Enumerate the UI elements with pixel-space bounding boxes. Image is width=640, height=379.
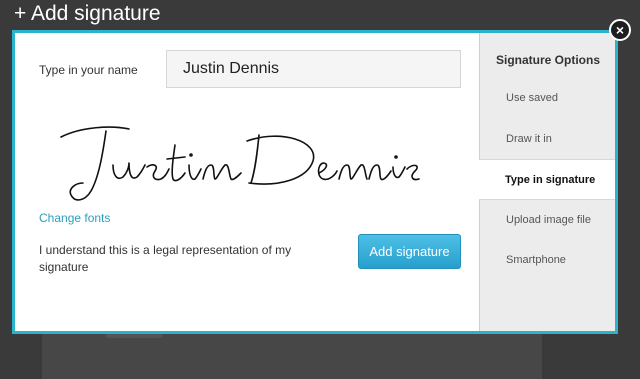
close-icon[interactable]: × <box>609 19 631 41</box>
name-label: Type in your name <box>39 63 138 77</box>
change-fonts-link[interactable]: Change fonts <box>39 211 110 225</box>
signature-main-pane: Type in your name Justin Dennis Change f… <box>15 33 479 331</box>
signature-options-panel: Signature Options Use saved Draw it in T… <box>479 33 615 331</box>
signature-options-title: Signature Options <box>496 53 601 67</box>
modal-title: + Add signature <box>14 2 161 25</box>
legal-disclaimer: I understand this is a legal representat… <box>39 243 292 274</box>
option-use-saved[interactable]: Use saved <box>480 78 615 119</box>
option-type-in-signature[interactable]: Type in signature <box>479 159 615 200</box>
add-signature-modal: Type in your name Justin Dennis Change f… <box>12 30 618 334</box>
name-input[interactable] <box>166 50 461 88</box>
option-draw-it-in[interactable]: Draw it in <box>480 119 615 160</box>
option-smartphone[interactable]: Smartphone <box>480 240 615 281</box>
add-signature-button[interactable]: Add signature <box>358 234 461 269</box>
signature-preview-image <box>60 126 420 201</box>
option-upload-image-file[interactable]: Upload image file <box>480 200 615 241</box>
